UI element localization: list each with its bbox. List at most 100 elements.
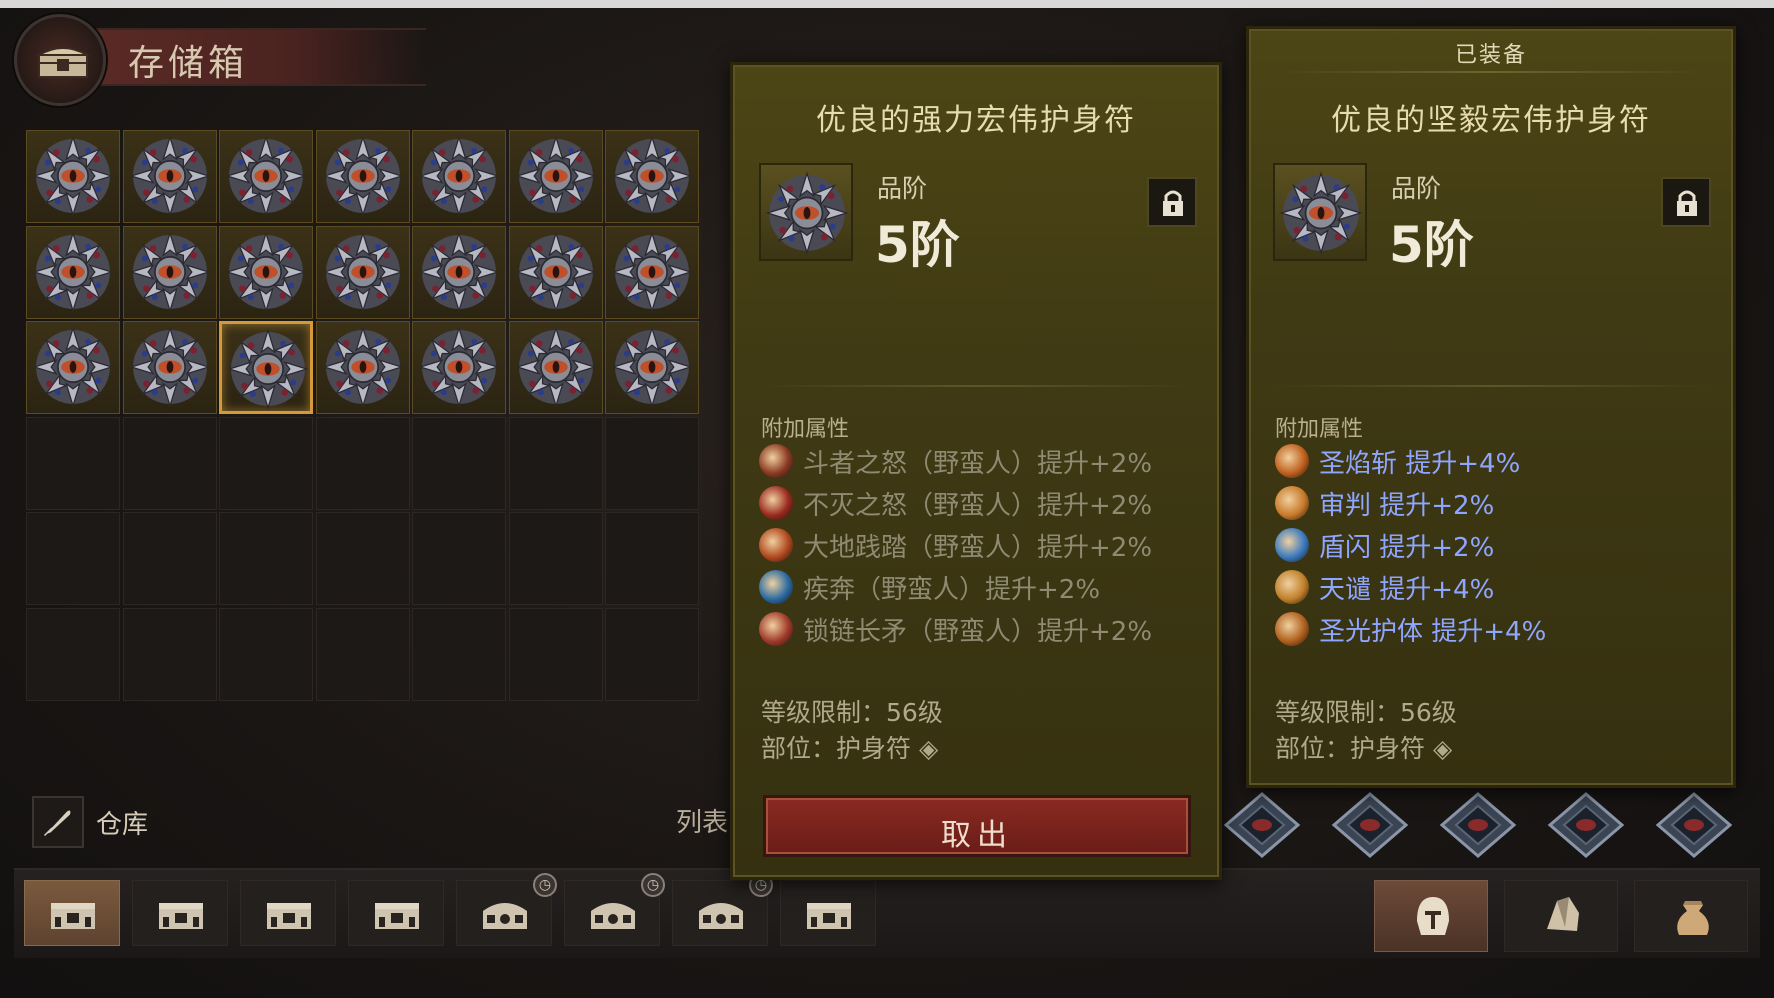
amulet-icon: [321, 134, 405, 218]
inventory-slot-empty[interactable]: [605, 416, 699, 510]
amulet-icon: [224, 230, 308, 314]
inventory-slot-filled[interactable]: [122, 225, 217, 319]
inventory-slot-empty[interactable]: [315, 512, 410, 605]
storage-tab-5[interactable]: ◷: [456, 873, 557, 946]
attribute-text: 斗者之怒（野蛮人）提升+2%: [803, 448, 1153, 479]
storage-tab-1[interactable]: [24, 880, 120, 946]
list-toggle[interactable]: 列表: [676, 802, 728, 839]
inventory-slot-filled[interactable]: [508, 130, 603, 223]
storage-label[interactable]: 仓库: [96, 804, 148, 841]
storage-tab-6[interactable]: ◷: [564, 873, 665, 946]
inventory-slot-filled[interactable]: [26, 321, 120, 414]
inventory-slot-empty[interactable]: [412, 416, 506, 510]
inventory-slot-empty[interactable]: [412, 607, 506, 701]
inventory-slot-filled[interactable]: [508, 321, 603, 414]
inventory-slot-filled[interactable]: [122, 321, 217, 414]
inventory-slot-filled[interactable]: [412, 130, 506, 223]
attribute-row: 大地践踏（野蛮人）提升+2%: [759, 527, 1152, 563]
inventory-slot-empty[interactable]: [605, 512, 699, 605]
inventory-slot-filled[interactable]: [219, 321, 313, 414]
attribute-text: 疾奔（野蛮人）提升+2%: [803, 574, 1101, 605]
skill-icon: [759, 528, 793, 562]
gem-slot-icon[interactable]: [1654, 790, 1734, 860]
amulet-icon: [417, 134, 501, 218]
grade-value: 5阶: [875, 216, 960, 274]
inventory-slot-empty[interactable]: [315, 416, 410, 510]
crystal-icon: [1547, 897, 1579, 931]
inventory-slot-empty[interactable]: [508, 607, 603, 701]
amulet-icon: [610, 230, 694, 314]
amulet-icon: [321, 325, 405, 409]
inventory-slot-filled[interactable]: [315, 225, 410, 319]
take-out-button[interactable]: 取出: [763, 795, 1191, 857]
amulet-icon: [610, 325, 694, 409]
skill-icon: [1275, 486, 1309, 520]
category-tab-1[interactable]: [1374, 880, 1488, 952]
storage-tab-2[interactable]: [132, 880, 228, 946]
rename-button[interactable]: [32, 796, 84, 848]
inventory-slot-filled[interactable]: [315, 321, 410, 414]
inventory-slot-filled[interactable]: [508, 225, 603, 319]
inventory-slot-empty[interactable]: [412, 512, 506, 605]
inventory-slot-empty[interactable]: [605, 607, 699, 701]
inventory-slot-empty[interactable]: [219, 512, 313, 605]
inventory-slot-filled[interactable]: [26, 225, 120, 319]
inventory-slot-filled[interactable]: [605, 321, 699, 414]
skill-icon: [759, 570, 793, 604]
inventory-slot-filled[interactable]: [412, 321, 506, 414]
amulet-icon: [417, 325, 501, 409]
equipped-label: 已装备: [1454, 43, 1527, 68]
equipped-divider: [1279, 71, 1703, 73]
chest-icon: [51, 903, 95, 929]
inventory-slot-filled[interactable]: [219, 130, 313, 223]
skill-icon: [1275, 570, 1309, 604]
inventory-slot-filled[interactable]: [412, 225, 506, 319]
inventory-slot-empty[interactable]: [122, 607, 217, 701]
attribute-text: 圣焰斩 提升+4%: [1319, 448, 1521, 479]
amulet-icon: [128, 134, 212, 218]
grade-value: 5阶: [1389, 216, 1474, 274]
category-tab-3[interactable]: [1634, 880, 1748, 952]
amulet-icon: [417, 230, 501, 314]
inventory-slot-filled[interactable]: [605, 130, 699, 223]
amulet-slot-icon: ◈: [1432, 734, 1453, 763]
inventory-slot-filled[interactable]: [122, 130, 217, 223]
lock-button[interactable]: [1661, 177, 1711, 227]
inventory-slot-empty[interactable]: [219, 416, 313, 510]
gem-slot-icon[interactable]: [1222, 790, 1302, 860]
category-tab-2[interactable]: [1504, 880, 1618, 952]
inventory-slot-filled[interactable]: [315, 130, 410, 223]
inventory-slot-empty[interactable]: [122, 416, 217, 510]
storage-tab-8[interactable]: [780, 880, 876, 946]
slot-label: 部位：护身符 ◈: [761, 734, 939, 763]
inventory-slot-empty[interactable]: [122, 512, 217, 605]
page-title: 存储箱: [128, 43, 249, 84]
storage-tab-3[interactable]: [240, 880, 336, 946]
inventory-slot-empty[interactable]: [26, 607, 120, 701]
inventory-slot-empty[interactable]: [26, 512, 120, 605]
skill-icon: [759, 486, 793, 520]
attribute-text: 锁链长矛（野蛮人）提升+2%: [803, 616, 1153, 647]
amulet-icon: [226, 327, 310, 411]
amulet-icon: [764, 170, 850, 256]
gem-slot-icon[interactable]: [1330, 790, 1410, 860]
top-system-strip: [0, 0, 1774, 8]
inventory-slot-empty[interactable]: [315, 607, 410, 701]
inventory-slot-empty[interactable]: [508, 416, 603, 510]
skill-icon: [759, 612, 793, 646]
storage-tab-7[interactable]: ◷: [672, 873, 773, 946]
inventory-slot-empty[interactable]: [508, 512, 603, 605]
gem-slot-icon[interactable]: [1546, 790, 1626, 860]
item-icon-frame: [759, 163, 853, 261]
inventory-slot-empty[interactable]: [219, 607, 313, 701]
header-emblem: [14, 14, 106, 106]
level-requirement: 等级限制：56级: [1275, 698, 1457, 727]
inventory-slot-filled[interactable]: [219, 225, 313, 319]
inventory-slot-filled[interactable]: [26, 130, 120, 223]
storage-tab-4[interactable]: [348, 880, 444, 946]
amulet-icon: [1278, 170, 1364, 256]
gem-slot-icon[interactable]: [1438, 790, 1518, 860]
inventory-slot-empty[interactable]: [26, 416, 120, 510]
inventory-slot-filled[interactable]: [605, 225, 699, 319]
lock-button[interactable]: [1147, 177, 1197, 227]
